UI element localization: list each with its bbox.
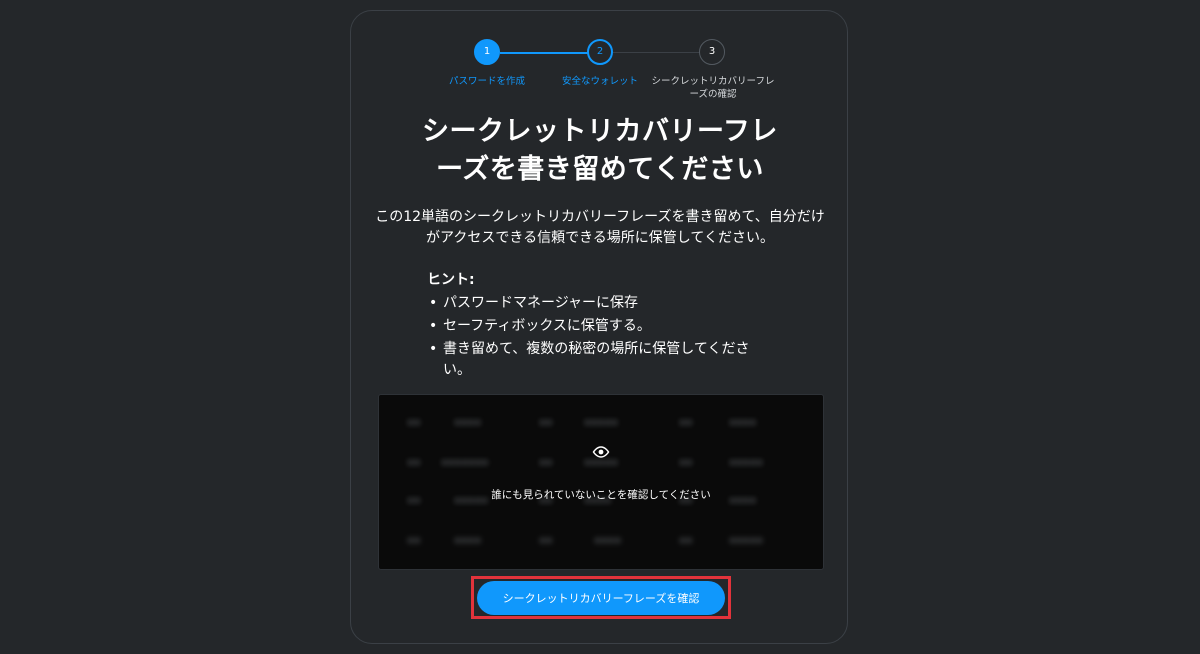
hints-title: ヒント: (427, 272, 475, 288)
blurred-phrase-grid: ▪▪ ▪▪▪▪ ▪▪ ▪▪▪▪▪ ▪▪ ▪▪▪▪ ▪▪ ▪▪▪▪▪▪▪ ▪▪ ▪… (407, 417, 763, 546)
hint-item: 書き留めて、複数の秘密の場所に保管してください。 (425, 339, 775, 381)
step-3-label: シークレットリカバリーフレーズの確認 (651, 76, 775, 100)
page-title: シークレットリカバリーフレーズを書き留めてください (422, 116, 778, 185)
step-3-indicator: 3 (699, 39, 725, 65)
hints-list: パスワードマネージャーに保存 セーフティボックスに保管する。 書き留めて、複数の… (425, 293, 775, 381)
reveal-warning-text: 誰にも見られていないことを確認してください (491, 489, 711, 501)
step-1-indicator: 1 (474, 39, 500, 65)
hints-section: ヒント: パスワードマネージャーに保存 セーフティボックスに保管する。 書き留め… (425, 269, 775, 383)
step-connector-completed (500, 52, 600, 54)
step-2-label: 安全なウォレット (561, 76, 638, 87)
step-1-label: パスワードを作成 (448, 76, 525, 87)
secret-phrase-reveal-box[interactable]: ▪▪ ▪▪▪▪ ▪▪ ▪▪▪▪▪ ▪▪ ▪▪▪▪ ▪▪ ▪▪▪▪▪▪▪ ▪▪ ▪… (378, 394, 824, 570)
hint-item: セーフティボックスに保管する。 (425, 316, 775, 337)
step-2-indicator: 2 (587, 39, 613, 65)
eye-icon[interactable] (592, 445, 610, 459)
progress-stepper: 1 2 3 パスワードを作成 安全なウォレット シークレットリカバリーフレーズの… (351, 11, 849, 111)
hint-item: パスワードマネージャーに保存 (425, 293, 775, 314)
step-connector-pending (613, 52, 711, 53)
onboarding-card: 1 2 3 パスワードを作成 安全なウォレット シークレットリカバリーフレーズの… (350, 10, 848, 644)
page-description: この12単語のシークレットリカバリーフレーズを書き留めて、自分だけがアクセスでき… (375, 209, 825, 246)
confirm-secret-phrase-button[interactable]: シークレットリカバリーフレーズを確認 (477, 581, 725, 615)
